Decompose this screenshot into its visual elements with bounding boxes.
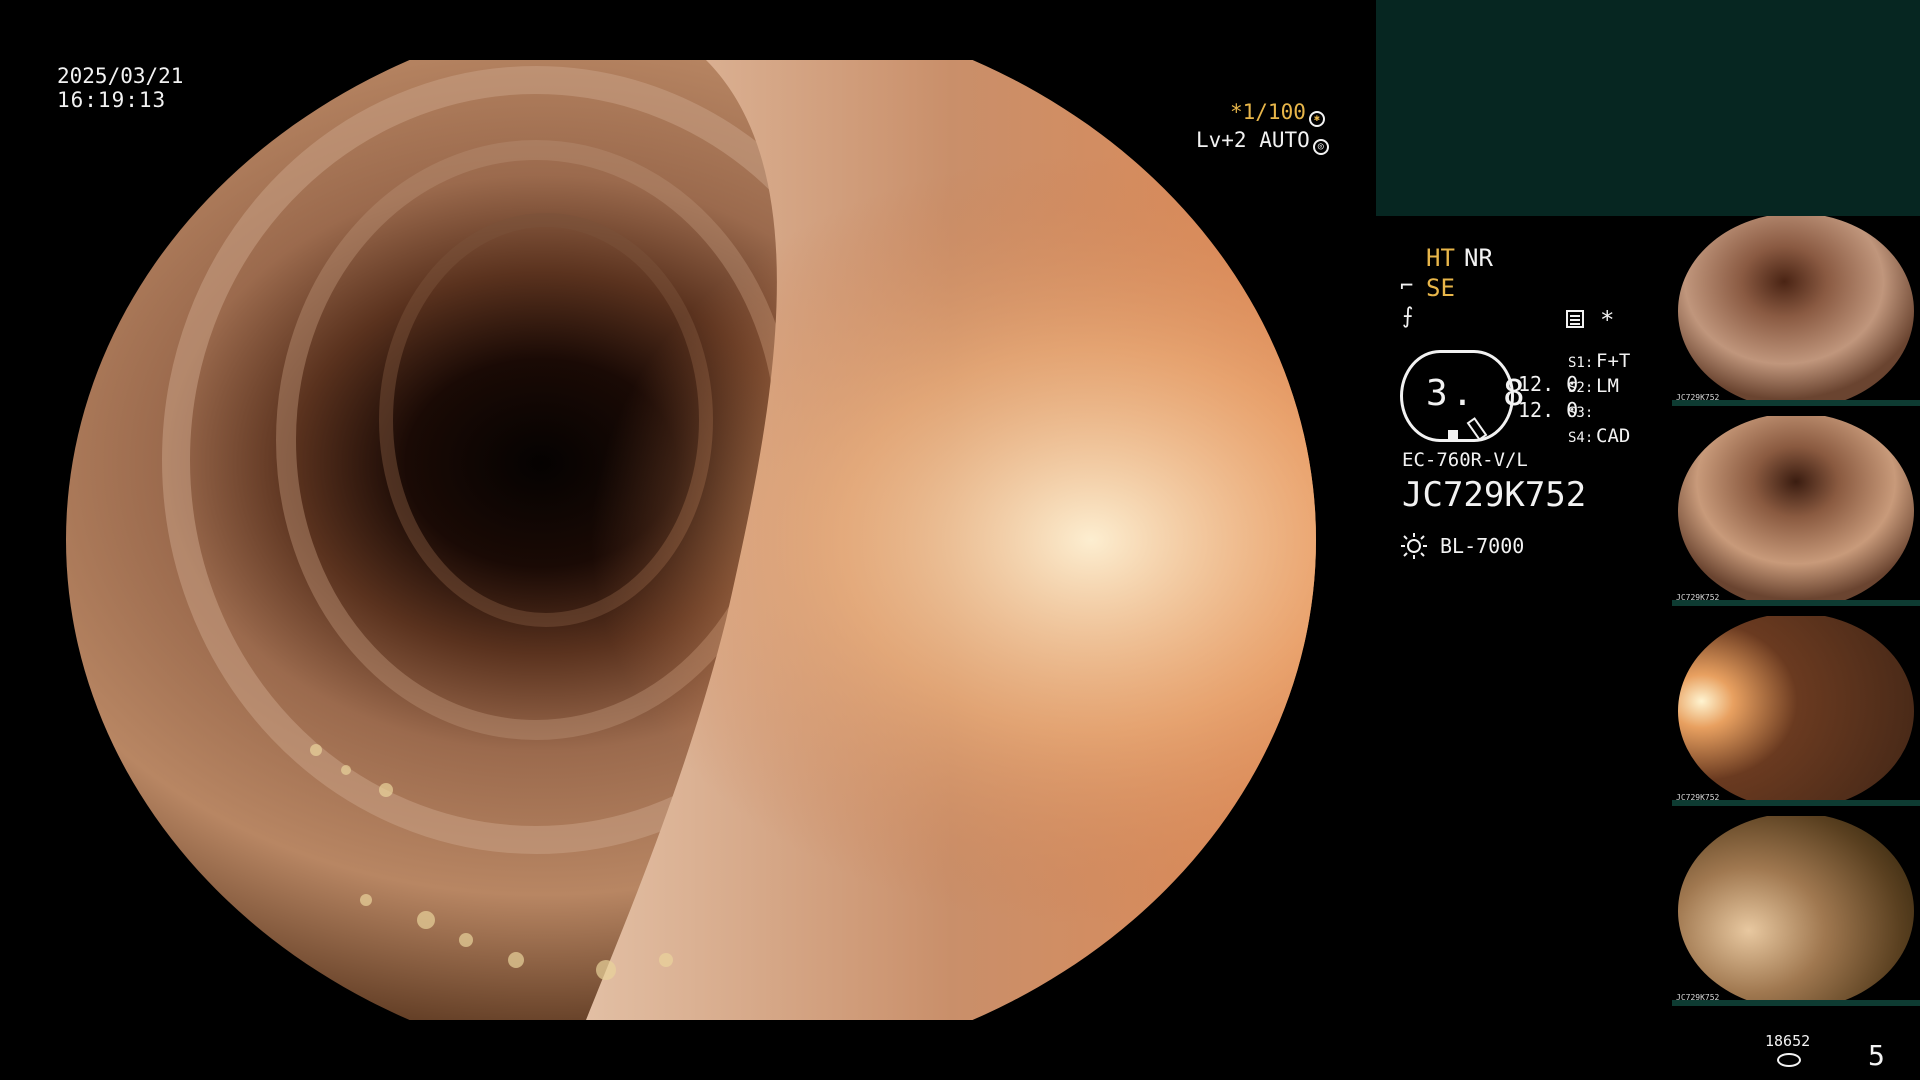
shutter-speed: *1/100 ✱ — [1230, 102, 1325, 127]
thumbnail-strip — [1672, 600, 1920, 606]
light-source: BL-7000 — [1440, 534, 1525, 558]
thumbnail-3[interactable]: JC729K752 — [1672, 616, 1920, 806]
star-marker: * — [1600, 306, 1615, 334]
shutter-ring-icon: ◎ — [1312, 139, 1329, 155]
slot-1-value: F+T — [1596, 350, 1631, 372]
scope-serial: JC729K752 — [1402, 475, 1587, 515]
reference-panel — [1376, 0, 1920, 216]
thumbnail-1[interactable]: JC729K752 — [1672, 216, 1920, 406]
page-number: 5 — [1868, 1039, 1885, 1072]
mode-nr: NR — [1464, 244, 1493, 272]
slot-3-key: S3: — [1568, 405, 1594, 421]
thumbnail-strip — [1672, 400, 1920, 406]
scissors-icon: ⌐ — [1400, 274, 1414, 299]
slot-2-key: S2: — [1568, 380, 1594, 396]
thumbnail-2[interactable]: JC729K752 — [1672, 416, 1920, 606]
database-icon — [1777, 1053, 1801, 1067]
gauge-bar-icon — [1448, 430, 1458, 440]
slot-4-value: CAD — [1596, 425, 1631, 447]
thumbnail-strip — [1672, 1000, 1920, 1006]
thumbnail-4[interactable]: JC729K752 — [1672, 816, 1920, 1006]
date-label: 2025/03/21 — [57, 64, 184, 88]
mode-ht: HT — [1426, 244, 1455, 272]
scope-model: EC-760R-V/L — [1402, 449, 1528, 471]
gauge-value: 3. 8 — [1426, 373, 1529, 414]
flag-icon: ⨍ — [1402, 304, 1414, 329]
image-count: 18652 — [1765, 1032, 1811, 1050]
slot-2-value: LM — [1596, 375, 1619, 397]
brightness-level: Lv+2 AUTO ◎ — [1196, 130, 1329, 155]
thumbnail-strip — [1672, 800, 1920, 806]
endoscope-view — [66, 60, 1316, 1020]
sun-icon — [1401, 533, 1427, 559]
mode-se: SE — [1426, 274, 1455, 302]
time-label: 16:19:13 — [57, 88, 167, 112]
aperture-icon: ✱ — [1308, 111, 1325, 127]
menu-icon — [1566, 310, 1584, 328]
slot-1-key: S1: — [1568, 355, 1594, 371]
slot-4-key: S4: — [1568, 430, 1594, 446]
